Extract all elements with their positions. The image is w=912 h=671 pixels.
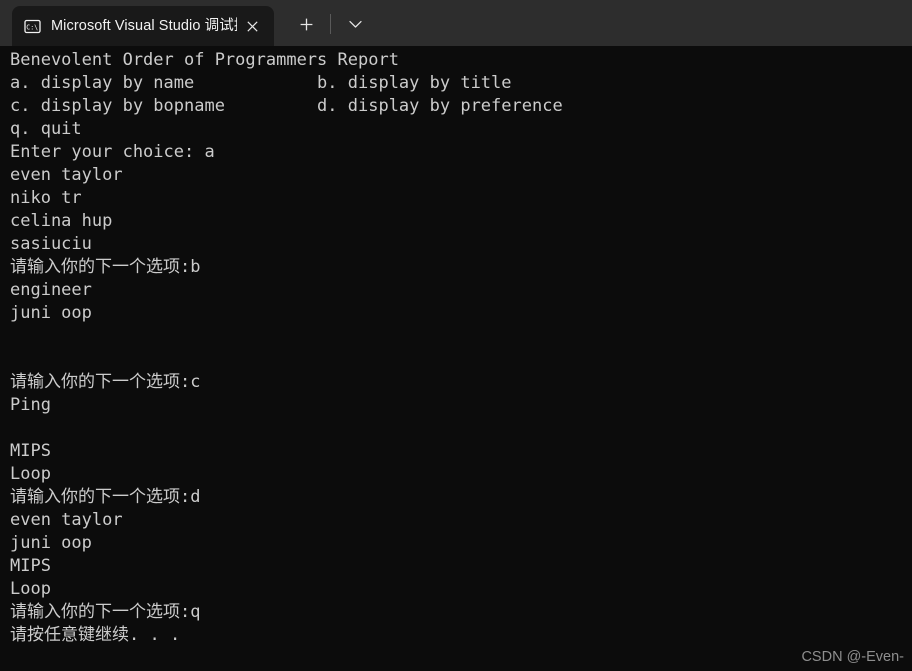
chevron-down-icon	[348, 20, 362, 28]
tab-dropdown-button[interactable]	[337, 9, 373, 39]
titlebar-actions	[274, 4, 373, 46]
new-tab-button[interactable]	[288, 9, 324, 39]
console-text: Benevolent Order of Programmers Report a…	[10, 50, 563, 645]
console-output-area[interactable]: Benevolent Order of Programmers Report a…	[0, 46, 912, 671]
terminal-window: C:\ Microsoft Visual Studio 调试控 Benevole…	[0, 0, 912, 671]
terminal-tab[interactable]: C:\ Microsoft Visual Studio 调试控	[12, 6, 274, 46]
command-prompt-icon: C:\	[24, 18, 41, 35]
svg-text:C:\: C:\	[26, 23, 38, 31]
toolbar-divider	[330, 14, 331, 34]
close-icon	[246, 20, 258, 32]
title-bar: C:\ Microsoft Visual Studio 调试控	[0, 0, 912, 46]
plus-icon	[300, 18, 312, 30]
tab-title: Microsoft Visual Studio 调试控	[51, 18, 237, 34]
csdn-watermark: CSDN @-Even-	[801, 649, 904, 665]
close-tab-button[interactable]	[237, 12, 267, 40]
